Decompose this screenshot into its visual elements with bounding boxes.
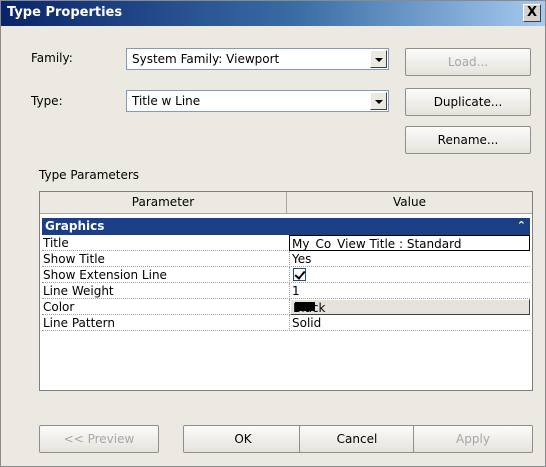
type-dropdown[interactable]: Title w Line <box>126 90 389 112</box>
type-label: Type: <box>31 94 63 108</box>
load-button[interactable]: Load... <box>405 48 531 76</box>
group-header-graphics[interactable]: Graphics ⌃ <box>42 218 530 235</box>
color-picker-button[interactable]: Black <box>290 299 530 315</box>
param-name: Color <box>43 300 75 314</box>
type-parameters-grid: Parameter Value Graphics ⌃ Title My_Co_V… <box>39 191 533 391</box>
collapse-chevron-icon[interactable]: ⌃ <box>517 219 526 232</box>
title-value-field[interactable]: My_Co_View Title : Standard <box>289 235 530 251</box>
param-value: My_Co_View Title : Standard <box>292 237 462 251</box>
family-dropdown[interactable]: System Family: Viewport <box>126 48 389 70</box>
param-name: Line Weight <box>43 284 114 298</box>
cancel-button[interactable]: Cancel <box>299 425 415 453</box>
param-name: Line Pattern <box>43 316 115 330</box>
param-value: Yes <box>292 252 312 266</box>
param-row-show-extension-line[interactable]: Show Extension Line <box>42 267 530 283</box>
param-row-color[interactable]: Color Black <box>42 299 530 315</box>
param-row-line-weight[interactable]: Line Weight 1 <box>42 283 530 299</box>
param-value: 1 <box>292 284 300 298</box>
column-header-parameter[interactable]: Parameter <box>40 192 287 214</box>
close-button[interactable]: X <box>523 4 541 22</box>
param-row-line-pattern[interactable]: Line Pattern Solid <box>42 315 530 331</box>
titlebar[interactable]: Type Properties X <box>1 1 545 26</box>
chevron-down-icon[interactable] <box>370 50 387 68</box>
param-row-title[interactable]: Title My_Co_View Title : Standard <box>42 235 530 251</box>
preview-button[interactable]: << Preview <box>39 425 159 453</box>
param-row-show-title[interactable]: Show Title Yes <box>42 251 530 267</box>
param-value: Black <box>293 301 326 315</box>
show-title-value[interactable]: Yes <box>289 251 530 267</box>
param-value: Solid <box>292 316 322 330</box>
type-parameters-label: Type Parameters <box>39 168 140 182</box>
family-value: System Family: Viewport <box>132 52 280 66</box>
column-header-value[interactable]: Value <box>287 192 532 214</box>
param-name: Title <box>43 236 69 250</box>
show-extension-line-value[interactable] <box>289 267 530 283</box>
ok-button[interactable]: OK <box>183 425 303 453</box>
apply-button[interactable]: Apply <box>413 425 533 453</box>
param-name: Show Title <box>43 252 105 266</box>
line-pattern-value[interactable]: Solid <box>289 315 530 331</box>
duplicate-button[interactable]: Duplicate... <box>405 88 531 116</box>
rename-button[interactable]: Rename... <box>405 126 531 154</box>
family-label: Family: <box>31 51 73 65</box>
group-title: Graphics <box>45 219 105 233</box>
type-properties-dialog: Type Properties X Family: System Family:… <box>0 0 546 467</box>
color-value[interactable]: Black <box>289 299 530 315</box>
type-value: Title w Line <box>132 94 201 108</box>
param-name: Show Extension Line <box>43 268 167 282</box>
line-weight-value[interactable]: 1 <box>289 283 530 299</box>
dialog-title: Type Properties <box>7 5 123 20</box>
show-extension-line-checkbox[interactable] <box>293 268 306 281</box>
chevron-down-icon[interactable] <box>370 92 387 110</box>
